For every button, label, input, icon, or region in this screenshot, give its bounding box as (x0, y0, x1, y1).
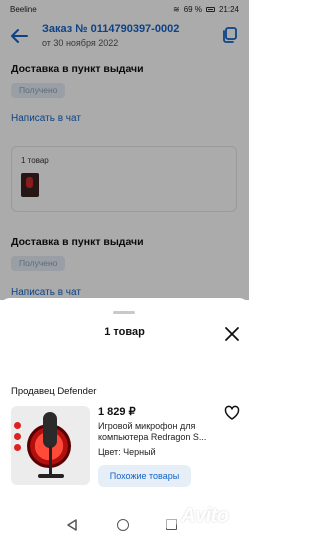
product-name[interactable]: Игровой микрофон для компьютера Redragon… (98, 421, 216, 443)
watermark-text: Avito (181, 505, 229, 527)
bottom-sheet: 1 товар Продавец Defender 1 829 ₽ Игрово… (0, 298, 249, 512)
sheet-title: 1 товар (104, 326, 145, 338)
product-name-line1: Игровой микрофон для (98, 421, 196, 431)
similar-products-button[interactable]: Похожие товары (98, 465, 191, 487)
heart-icon[interactable] (224, 405, 240, 421)
sheet-grabber[interactable] (113, 311, 135, 314)
avito-logo-icon (150, 503, 177, 529)
mic-stand (49, 446, 52, 476)
product-name-line2: компьютера Redragon S... (98, 432, 207, 442)
avito-watermark: Avito (147, 500, 239, 534)
seller-label: Продавец Defender (11, 386, 97, 397)
mic-body (43, 412, 57, 448)
product-price: 1 829 ₽ (98, 406, 136, 418)
mic-base (38, 474, 64, 478)
product-feature-dots (14, 422, 22, 462)
modal-overlay[interactable] (0, 0, 249, 300)
nav-back-icon[interactable] (66, 519, 78, 531)
nav-home-icon[interactable] (117, 519, 129, 531)
product-image[interactable] (11, 406, 90, 485)
product-color: Цвет: Черный (98, 447, 156, 457)
close-icon[interactable] (224, 326, 240, 342)
